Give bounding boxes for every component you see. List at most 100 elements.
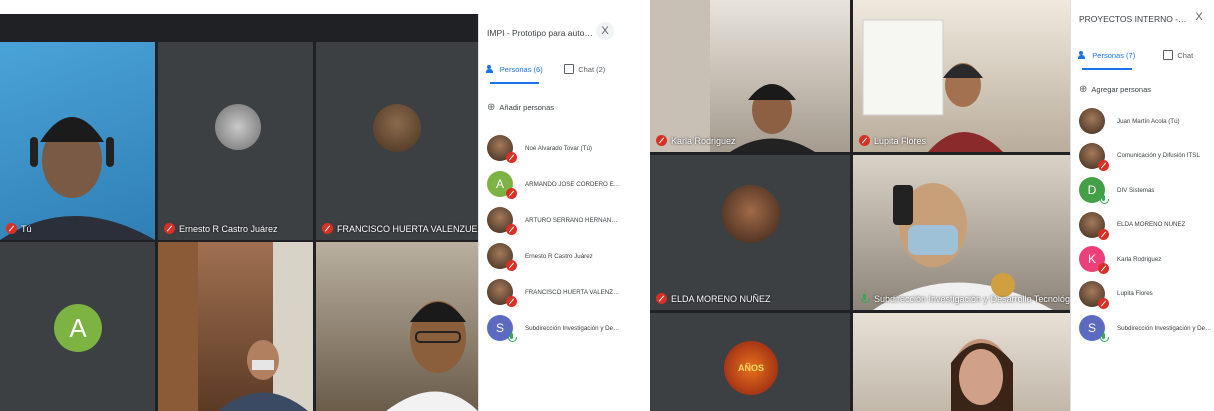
participant-row[interactable]: A ARMANDO JOSE CORDERO ESCAMIL... (479, 166, 620, 202)
mic-off-icon (322, 223, 333, 234)
panel-tabs: Personas (6) Chat (2) (479, 54, 620, 84)
add-people-button[interactable]: ⊕ Añadir personas (487, 102, 554, 113)
participant-row[interactable]: Ernesto R Castro Juárez (479, 238, 620, 274)
participant-name: Subdirección Investigación y Desarrol... (525, 324, 620, 332)
tab-chat[interactable]: Chat (1143, 40, 1214, 70)
video-grid: Tú Ernesto R Castro Juárez FRANCISCO HUE… (0, 14, 478, 411)
meet-screenshot-left: Tú Ernesto R Castro Juárez FRANCISCO HUE… (0, 0, 620, 411)
participant-row[interactable]: S Subdirección Investigación y Desarrol..… (1071, 311, 1214, 346)
participant-avatar (487, 135, 517, 163)
video-tile-participant[interactable]: ELDA MORENO NUÑEZ (650, 155, 850, 310)
meeting-title: PROYECTOS INTERNO - MUNICIPIO D... (1079, 14, 1188, 24)
video-tile-participant[interactable]: A (0, 242, 155, 411)
mic-off-icon (1098, 228, 1109, 240)
panel-tabs: Personas (7) Chat (1071, 40, 1214, 70)
tab-people[interactable]: Personas (7) (1071, 40, 1143, 70)
add-person-icon: ⊕ (1079, 84, 1088, 95)
participants-panel: PROYECTOS INTERNO - MUNICIPIO D... X Per… (1070, 0, 1214, 411)
video-tile-participant[interactable]: Subdirección Investigación y Desarrollo … (853, 155, 1070, 310)
tile-label: Tú (6, 223, 32, 234)
tile-label: Subdirección Investigación y Desarrollo … (859, 293, 1070, 304)
participant-name: Comunicación y Difusión ITSL (1117, 152, 1200, 160)
participant-list: Juan Martín Acola (Tú) Comunicación y Dif… (1071, 104, 1214, 346)
video-tile-self[interactable]: Tú (0, 42, 155, 240)
participant-avatar (215, 104, 261, 150)
participant-row[interactable]: ARTURO SERRANO HERNANDEZ (479, 202, 620, 238)
video-tile-participant[interactable] (853, 313, 1070, 411)
participant-video (0, 117, 155, 240)
meeting-title: IMPI - Prototipo para automatizar... (487, 28, 594, 38)
participant-video (862, 19, 1003, 152)
mic-off-icon (859, 135, 870, 146)
tile-label: Ernesto R Castro Juárez (164, 223, 278, 234)
tile-label: ELDA MORENO NUÑEZ (656, 293, 771, 304)
mic-off-icon (506, 224, 517, 235)
video-tile-participant[interactable]: Ernesto R Castro Juárez (158, 42, 313, 240)
chat-icon (1163, 50, 1174, 60)
participant-name: ARTURO SERRANO HERNANDEZ (525, 216, 620, 224)
video-tile-participant[interactable]: FRANCISCO HUERTA VALENZUELA (316, 42, 478, 240)
tab-people[interactable]: Personas (6) (479, 54, 550, 84)
participant-video (650, 0, 815, 152)
participant-row[interactable]: Noé Alvarado Tovar (Tú) (479, 130, 620, 166)
participant-row[interactable]: Juan Martín Acola (Tú) (1071, 104, 1214, 139)
participant-row[interactable]: ELDA MORENO NUÑEZ (1071, 208, 1214, 243)
close-icon: X (1195, 11, 1203, 23)
mic-off-icon (6, 223, 17, 234)
participant-video (386, 301, 478, 411)
participant-name: DIV Sistemas (1117, 186, 1155, 194)
participant-name: ELDA MORENO NUÑEZ (1117, 221, 1186, 229)
participant-list: Noé Alvarado Tovar (Tú) A ARMANDO JOSE COR… (479, 130, 620, 346)
video-tile-participant[interactable]: Karla Rodriguez (650, 0, 850, 152)
close-panel-button[interactable]: X (1190, 8, 1208, 26)
tile-label: Karla Rodriguez (656, 135, 736, 146)
participant-avatar (722, 185, 780, 243)
participant-avatar: D (1079, 177, 1109, 205)
participant-row[interactable]: FRANCISCO HUERTA VALENZUELA (479, 274, 620, 310)
people-icon (1078, 51, 1088, 59)
participant-name: Noé Alvarado Tovar (Tú) (525, 144, 592, 152)
mic-off-icon (656, 293, 667, 304)
add-people-button[interactable]: ⊕ Agregar personas (1079, 84, 1151, 95)
mic-off-icon (506, 296, 517, 307)
participant-avatar (1079, 280, 1109, 309)
participant-video (873, 183, 1053, 310)
participants-panel: IMPI - Prototipo para automatizar... X P… (478, 14, 620, 411)
participant-name: Karla Rodriguez (1117, 255, 1162, 263)
participant-avatar: A (487, 171, 517, 199)
participant-name: Subdirección Investigación y Desarrol... (1117, 324, 1214, 332)
add-person-icon: ⊕ (487, 102, 496, 113)
tab-chat[interactable]: Chat (2) (550, 54, 621, 84)
chat-icon (564, 64, 575, 74)
video-tile-participant[interactable]: AÑOS (650, 313, 850, 411)
video-tile-participant[interactable] (316, 242, 478, 411)
participant-avatar: K (1079, 246, 1109, 275)
participant-row[interactable]: K Karla Rodriguez (1071, 242, 1214, 277)
close-panel-button[interactable]: X (596, 22, 614, 40)
mic-off-icon (656, 135, 667, 146)
participant-name: Ernesto R Castro Juárez (525, 252, 593, 260)
participant-avatar (1079, 142, 1109, 171)
participant-name: Lupita Flores (1117, 290, 1153, 298)
mic-off-icon (164, 223, 175, 234)
meet-screenshot-right: Karla Rodriguez Lupita Flores ELDA MOREN… (650, 0, 1214, 411)
participant-row[interactable]: S Subdirección Investigación y Desarrol..… (479, 310, 620, 346)
participant-avatar (1079, 211, 1109, 240)
participant-row[interactable]: Comunicación y Difusión ITSL (1071, 139, 1214, 174)
anniversary-logo-text: AÑOS (737, 363, 764, 373)
participant-row[interactable]: D DIV Sistemas (1071, 173, 1214, 208)
participant-row[interactable]: Lupita Flores (1071, 277, 1214, 312)
mic-off-icon (1098, 263, 1109, 275)
video-tile-participant[interactable] (158, 242, 313, 411)
participant-name: FRANCISCO HUERTA VALENZUELA (525, 288, 620, 296)
participant-avatar: AÑOS (724, 341, 778, 395)
participant-name: Juan Martín Acola (Tú) (1117, 117, 1180, 125)
close-icon: X (601, 25, 609, 37)
participant-avatar: S (487, 315, 517, 342)
mic-on-icon (859, 293, 870, 304)
video-tile-participant[interactable]: Lupita Flores (853, 0, 1070, 152)
letter-avatar: A (54, 304, 102, 352)
mic-on-icon (1098, 194, 1109, 205)
participant-avatar (373, 104, 421, 152)
mic-off-icon (1098, 297, 1109, 309)
